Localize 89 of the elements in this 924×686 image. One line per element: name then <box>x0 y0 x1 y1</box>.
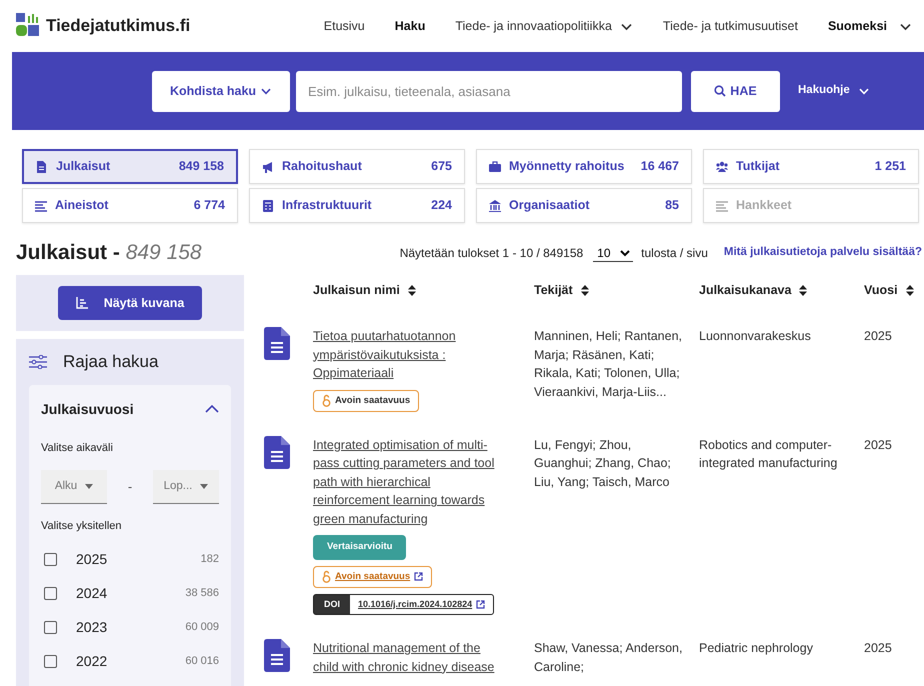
category-tab[interactable]: Rahoitushaut 675 <box>249 149 465 184</box>
year-select[interactable]: Alku <box>41 470 107 504</box>
open-access-badge[interactable]: Avoin saatavuus <box>313 566 432 588</box>
calculator-icon <box>262 200 274 212</box>
list-icon <box>35 200 47 212</box>
range-separator: - <box>128 478 132 496</box>
year-label: 2025 <box>76 550 108 569</box>
year-count: 60 016 <box>185 654 219 670</box>
sort-icon <box>580 284 589 296</box>
publication-year: 2025 <box>864 328 893 345</box>
sort-icon <box>408 284 416 296</box>
language-selector[interactable]: Suomeksi <box>828 16 912 36</box>
document-icon <box>264 436 290 469</box>
logo-icon <box>16 13 42 39</box>
checkbox[interactable] <box>44 655 57 668</box>
doi-link[interactable]: 10.1016/j.rcim.2024.102824 <box>350 594 494 614</box>
people-icon <box>716 160 728 172</box>
year-count: 182 <box>200 552 219 568</box>
external-link-icon <box>414 572 424 582</box>
column-header[interactable]: Julkaisukanava <box>699 280 808 300</box>
sliders-icon <box>29 354 47 369</box>
document-icon <box>264 639 290 672</box>
list-icon <box>716 200 728 212</box>
nav-link[interactable]: Etusivu <box>324 16 365 36</box>
building-icon <box>489 200 501 212</box>
per-page-label: tulosta / sivu <box>641 245 708 262</box>
facet-title: Julkaisuvuosi <box>41 400 134 418</box>
external-link-icon <box>476 600 486 609</box>
search-scope-button[interactable]: Kohdista haku <box>152 70 290 112</box>
year-count: 38 586 <box>185 586 219 602</box>
dropdown-arrow-icon <box>85 484 94 489</box>
nav-link[interactable]: Haku <box>394 16 426 36</box>
category-tab: Hankkeet <box>703 188 919 223</box>
search-help-button[interactable]: Hakuohje <box>792 81 876 101</box>
publication-year: 2025 <box>864 436 893 454</box>
author-list: Manninen, Heli; Rantanen, Marja; Räsänen, Kati; Rikala, Kati; Tolonen, Ulla; Vieraankivi, Marja-Liis... <box>534 327 689 401</box>
document-icon <box>36 160 48 172</box>
search-icon <box>714 85 726 97</box>
publication-channel: Pediatric nephrology <box>699 640 814 658</box>
author-list: Shaw, Vanessa; Anderson, Caroline; <box>534 639 689 676</box>
range-label: Valitse aikaväli <box>41 440 114 456</box>
show-chart-button[interactable]: Näytä kuvana <box>58 286 202 320</box>
year-count: 60 009 <box>185 620 219 636</box>
publication-year: 2025 <box>864 640 893 658</box>
column-header[interactable]: Tekijät <box>534 280 589 300</box>
publication-channel: Robotics and computer-integrated manufacturing <box>699 436 838 472</box>
checkbox[interactable] <box>44 587 57 600</box>
publication-title-link[interactable]: Integrated optimisation of multi-pass cutting parameters and tool path with hierarchical reinforcement learning towards green manufacturing <box>313 436 504 528</box>
category-tab[interactable]: Organisaatiot 85 <box>476 188 692 223</box>
year-label: 2023 <box>76 618 108 637</box>
category-tab[interactable]: Myönnetty rahoitus 16 467 <box>476 149 692 184</box>
open-lock-icon <box>322 394 331 408</box>
filter-title: Rajaa hakua <box>63 351 158 373</box>
results-heading: Julkaisut - 849 158 <box>16 240 202 266</box>
briefcase-icon <box>489 160 501 172</box>
megaphone-icon <box>262 160 274 172</box>
doi-badge: DOI 10.1016/j.rcim.2024.102824 <box>313 594 494 616</box>
sort-icon <box>906 284 914 296</box>
open-lock-icon <box>322 570 331 584</box>
open-access-badge[interactable]: Avoin saatavuus <box>313 390 420 412</box>
single-label: Valitse yksitellen <box>41 519 122 534</box>
category-tab[interactable]: Julkaisut 849 158 <box>22 149 238 184</box>
column-header[interactable]: Julkaisun nimi <box>313 280 416 300</box>
publication-channel: Luonnonvarakeskus <box>699 328 812 345</box>
category-tab[interactable]: Tutkijat 1 251 <box>703 149 919 184</box>
nav-link[interactable]: Tiede- ja innovaatiopolitiikka <box>455 16 633 36</box>
column-header[interactable]: Vuosi <box>864 280 914 300</box>
search-button[interactable]: HAE <box>691 70 780 112</box>
checkbox[interactable] <box>44 621 57 634</box>
checkbox[interactable] <box>44 553 57 566</box>
results-info: Näytetään tulokset 1 - 10 / 849158 <box>400 245 584 262</box>
publication-title-link[interactable]: Nutritional management of the child with chronic kidney disease <box>313 639 504 676</box>
bar-chart-icon <box>76 297 88 309</box>
logo-text[interactable]: Tiedejatutkimus.fi <box>46 13 190 39</box>
search-field[interactable]: Esim. julkaisu, tieteenala, asiasana <box>296 70 682 112</box>
sort-icon <box>799 284 808 296</box>
author-list: Lu, Fengyi; Zhou, Guanghui; Zhang, Chao; Liu, Yang; Taisch, Marco <box>534 436 689 492</box>
category-tab[interactable]: Infrastruktuurit 224 <box>249 188 465 223</box>
nav-link[interactable]: Tiede- ja tutkimusuutiset <box>662 16 798 36</box>
help-link[interactable]: Mitä julkaisutietoja palvelu sisältää? <box>724 244 922 262</box>
year-select[interactable]: Lop... <box>153 470 219 504</box>
category-tab[interactable]: Aineistot 6 774 <box>22 188 238 223</box>
chevron-up-icon[interactable] <box>205 404 219 414</box>
dropdown-arrow-icon <box>200 484 208 489</box>
year-label: 2024 <box>76 584 108 603</box>
year-label: 2022 <box>76 652 108 671</box>
peer-reviewed-badge: Vertaisarvioitu <box>313 535 406 560</box>
document-icon <box>264 327 290 360</box>
publication-title-link[interactable]: Tietoa puutarhatuotannon ympäristövaikutuksista : Oppimateriaali <box>313 327 504 382</box>
